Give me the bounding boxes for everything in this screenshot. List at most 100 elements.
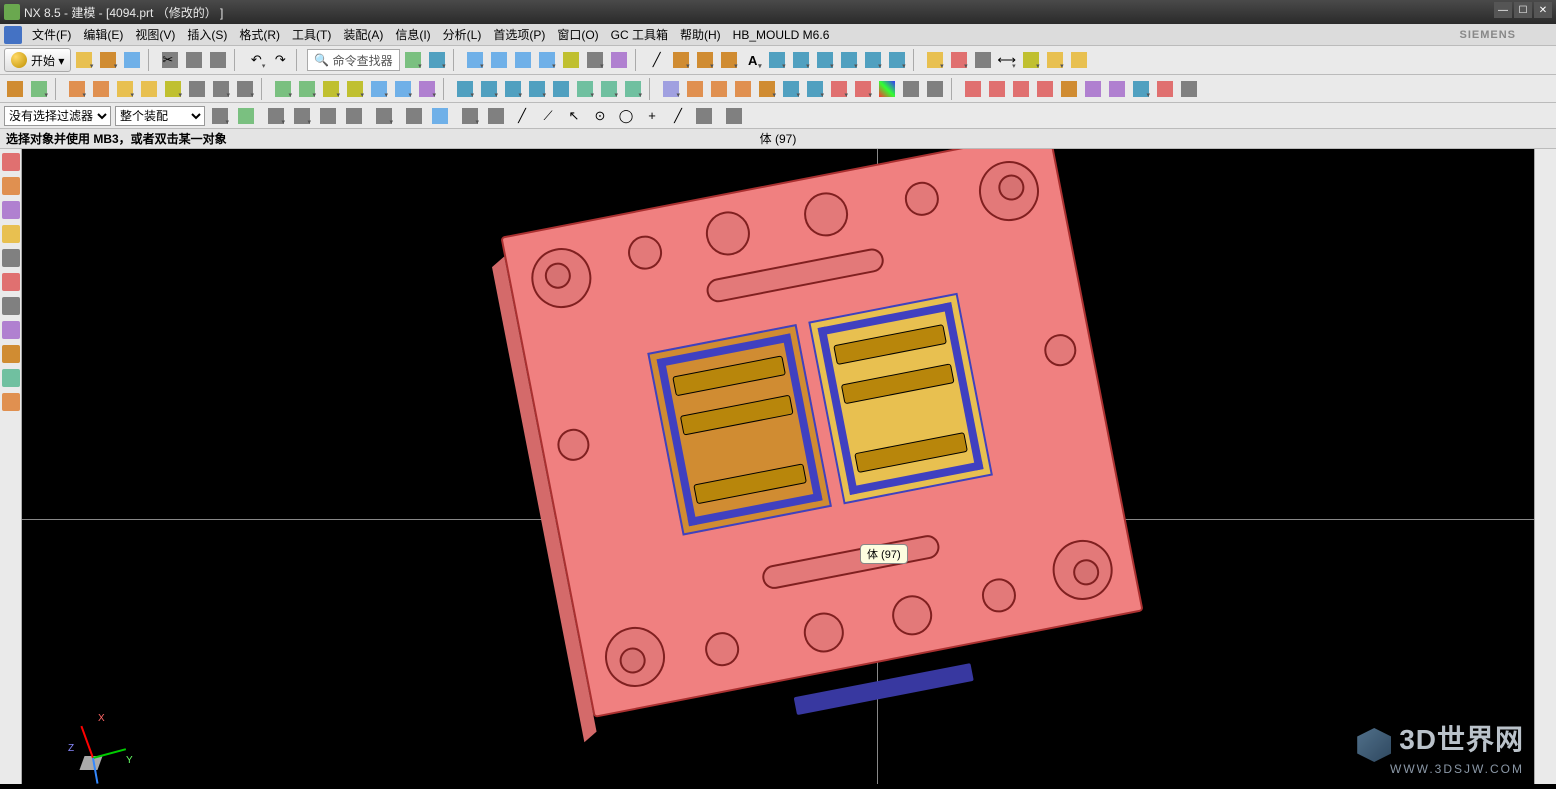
r2-b31[interactable] [780,78,802,100]
r2-b14[interactable] [344,78,366,100]
sel-b7[interactable] [373,105,395,127]
r2-b44[interactable] [1106,78,1128,100]
res-tab-10[interactable] [2,369,20,387]
view-clip[interactable] [584,49,606,71]
sel-b2[interactable] [235,105,257,127]
r2-b45[interactable] [1130,78,1152,100]
menu-assembly[interactable]: 装配(A) [337,24,389,45]
measure-t3[interactable] [1044,49,1066,71]
r2-b34[interactable] [852,78,874,100]
snap-b1[interactable] [459,105,481,127]
r2-b6[interactable] [138,78,160,100]
sel-b6[interactable] [343,105,365,127]
snap-b6[interactable]: ⊙ [589,105,611,127]
snap-b10[interactable] [693,105,715,127]
menu-window[interactable]: 窗口(O) [551,24,604,45]
r2-b37[interactable] [924,78,946,100]
sel-b3[interactable] [265,105,287,127]
res-roles[interactable] [2,273,20,291]
selection-filter-select[interactable]: 没有选择过滤器 [4,106,111,126]
new-button[interactable] [73,49,95,71]
view-wire2[interactable] [512,49,534,71]
text-tool[interactable]: A [742,49,764,71]
r2-b33[interactable] [828,78,850,100]
r2-b20[interactable] [502,78,524,100]
wcs-triad[interactable]: X Y Z [72,704,142,774]
r2-b22[interactable] [550,78,572,100]
r2-b5[interactable] [114,78,136,100]
r2-b41[interactable] [1034,78,1056,100]
curve-t1[interactable] [766,49,788,71]
cut-button[interactable]: ✂ [159,49,181,71]
res-part-navigator[interactable] [2,153,20,171]
res-history[interactable] [2,297,20,315]
view-shaded[interactable] [464,49,486,71]
curve-t2[interactable] [790,49,812,71]
close-button[interactable]: ✕ [1534,2,1552,18]
snap-b7[interactable]: ◯ [615,105,637,127]
snap-b4[interactable]: ⟋ [537,105,559,127]
r2-b26[interactable] [660,78,682,100]
res-tab-8[interactable] [2,321,20,339]
open-button[interactable] [97,49,119,71]
sel-b5[interactable] [317,105,339,127]
maximize-button[interactable]: ☐ [1514,2,1532,18]
graphics-viewport[interactable]: 体 (97) X Y Z 3D世界网 WWW.3DSJW.COM [22,149,1534,784]
r2-b21[interactable] [526,78,548,100]
curve-t6[interactable] [886,49,908,71]
view-wire3[interactable] [536,49,558,71]
res-tab-9[interactable] [2,345,20,363]
r2-b43[interactable] [1082,78,1104,100]
curve-t4[interactable] [838,49,860,71]
asm-t2[interactable] [948,49,970,71]
minimize-button[interactable]: — [1494,2,1512,18]
menu-file[interactable]: 文件(F) [26,24,77,45]
sel-b4[interactable] [291,105,313,127]
menu-edit[interactable]: 编辑(E) [77,24,129,45]
r2-b42[interactable] [1058,78,1080,100]
r2-b17[interactable] [416,78,438,100]
sel-b8[interactable] [403,105,425,127]
menu-tools[interactable]: 工具(T) [286,24,337,45]
snap-b9[interactable]: ╱ [667,105,689,127]
r2-b40[interactable] [1010,78,1032,100]
r2-b25[interactable] [622,78,644,100]
r2-b35[interactable] [876,78,898,100]
r2-b47[interactable] [1178,78,1200,100]
r2-b10[interactable] [234,78,256,100]
save-button[interactable] [121,49,143,71]
asm-t3[interactable] [972,49,994,71]
asm-t1[interactable] [924,49,946,71]
r2-b18[interactable] [454,78,476,100]
snap-b8[interactable]: + [641,105,663,127]
r2-b38[interactable] [962,78,984,100]
r2-b9[interactable] [210,78,232,100]
view-layers[interactable] [560,49,582,71]
r2-b15[interactable] [368,78,390,100]
sel-b9[interactable] [429,105,451,127]
curve-spline[interactable] [694,49,716,71]
menu-analysis[interactable]: 分析(L) [437,24,488,45]
res-reuse-library[interactable] [2,225,20,243]
r2-b13[interactable] [320,78,342,100]
curve-t5[interactable] [862,49,884,71]
menu-help[interactable]: 帮助(H) [674,24,727,45]
r2-b11[interactable] [272,78,294,100]
mold-body[interactable] [500,149,1143,718]
menu-format[interactable]: 格式(R) [233,24,286,45]
r2-b2[interactable] [28,78,50,100]
r2-b8[interactable] [186,78,208,100]
tool-b1[interactable] [402,49,424,71]
view-wire1[interactable] [488,49,510,71]
r2-b23[interactable] [574,78,596,100]
r2-b7[interactable] [162,78,184,100]
snap-grid[interactable] [723,105,745,127]
curve-arc[interactable] [670,49,692,71]
menu-hbmould[interactable]: HB_MOULD M6.6 [727,26,836,44]
r2-b36[interactable] [900,78,922,100]
snap-b5[interactable]: ↖ [563,105,585,127]
r2-b24[interactable] [598,78,620,100]
r2-b16[interactable] [392,78,414,100]
menu-insert[interactable]: 插入(S) [181,24,233,45]
menu-prefs[interactable]: 首选项(P) [487,24,551,45]
